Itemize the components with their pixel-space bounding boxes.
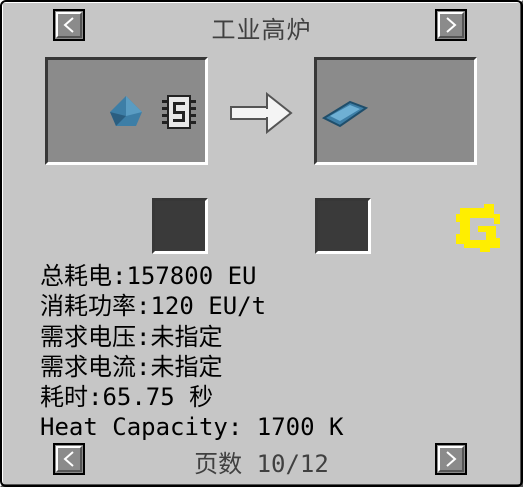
total-eu-text: 总耗电:157800 EU bbox=[40, 262, 257, 290]
current-text: 需求电流:未指定 bbox=[40, 353, 223, 381]
chevron-right-icon bbox=[446, 17, 457, 33]
duration-text: 耗时:65.75 秒 bbox=[40, 383, 214, 411]
voltage-text: 需求电压:未指定 bbox=[40, 323, 223, 351]
output-slot-area bbox=[314, 57, 477, 165]
chevron-right-icon bbox=[446, 451, 457, 467]
next-recipe-button[interactable] bbox=[435, 9, 467, 41]
gregtech-logo-icon bbox=[456, 204, 500, 252]
blue-ingot-icon[interactable] bbox=[320, 96, 370, 132]
circuit-chip-icon[interactable] bbox=[160, 92, 198, 132]
arrow-right-icon bbox=[230, 91, 293, 135]
power-text: 消耗功率:120 EU/t bbox=[40, 292, 267, 320]
input-slot-area bbox=[45, 57, 208, 165]
next-page-button[interactable] bbox=[435, 443, 467, 475]
output-fluid-slot[interactable] bbox=[315, 198, 371, 254]
input-fluid-slot[interactable] bbox=[152, 198, 208, 254]
blue-gem-dust-icon[interactable] bbox=[106, 94, 146, 130]
heat-capacity-text: Heat Capacity: 1700 K bbox=[40, 413, 344, 441]
